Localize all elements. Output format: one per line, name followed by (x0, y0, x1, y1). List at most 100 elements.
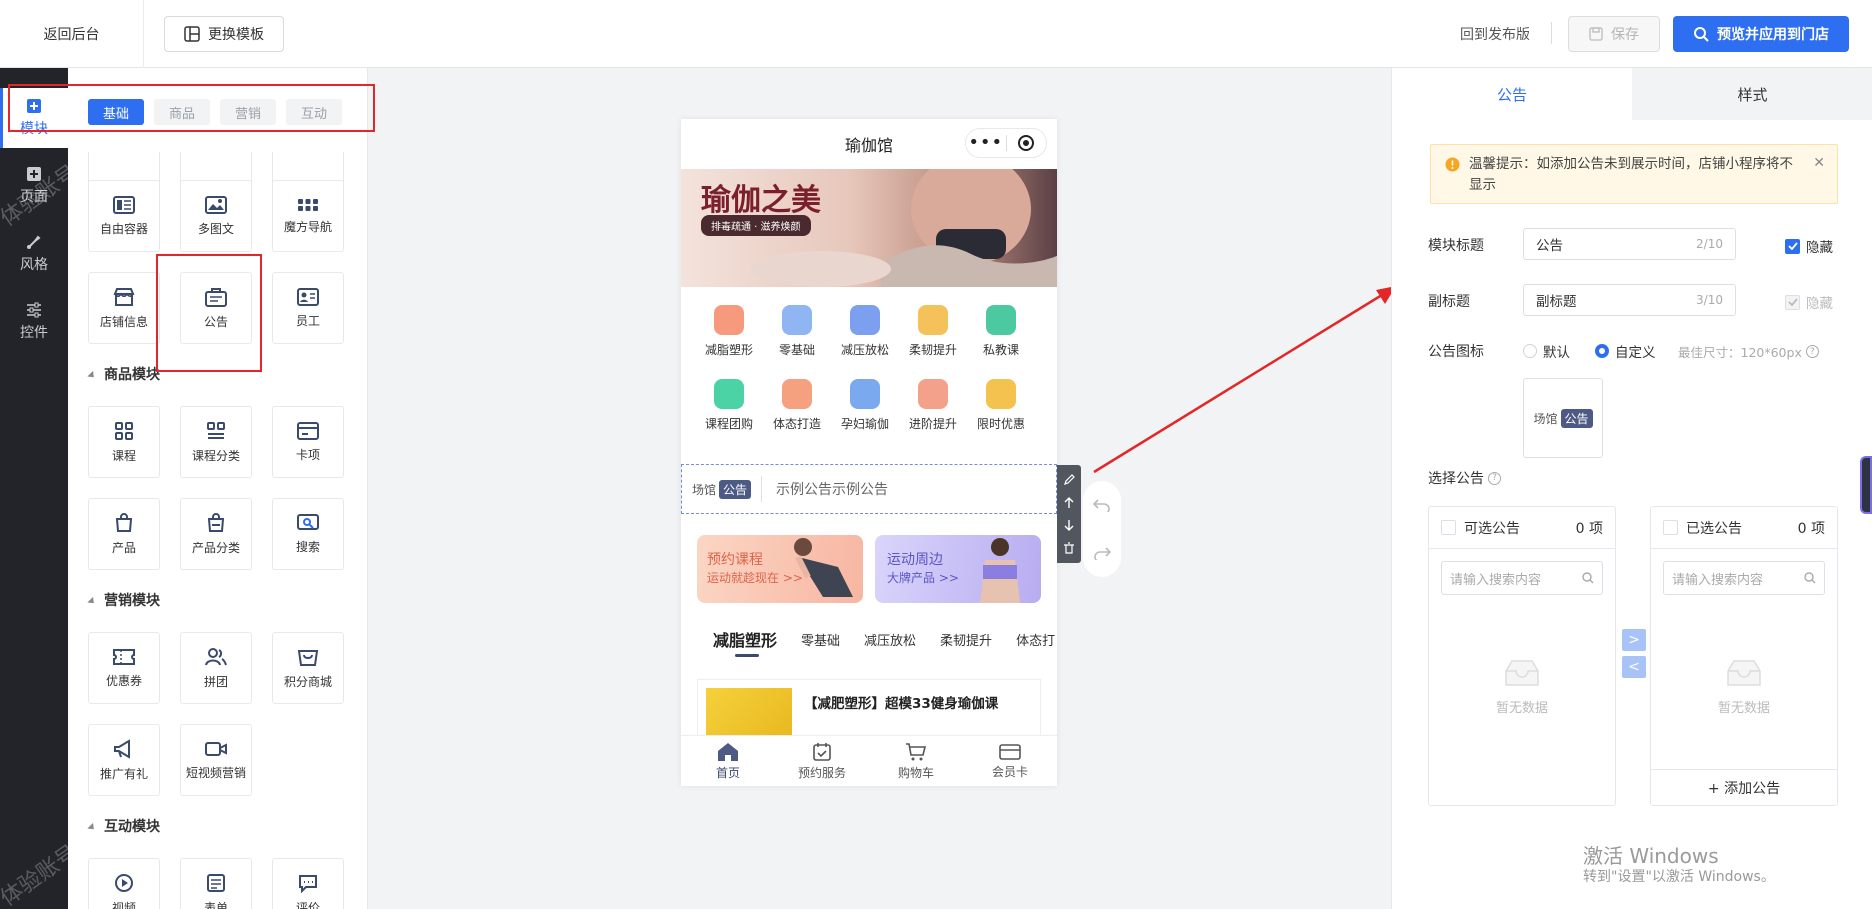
preview-apply-button[interactable]: 预览并应用到门店 (1673, 16, 1849, 52)
highlight-box-notice-tile (156, 254, 262, 372)
module-title-input[interactable]: 公告 2/10 (1523, 228, 1736, 260)
hide-subtitle-checkbox[interactable]: 隐藏 (1785, 292, 1833, 312)
tile-label: 课程 (111, 448, 136, 463)
module-tile-review[interactable]: 评价 (272, 858, 344, 909)
add-notice-button[interactable]: + 添加公告 (1651, 769, 1837, 805)
icon-upload-preview[interactable]: 场馆 公告 (1523, 378, 1603, 458)
section-goods-title[interactable]: 商品模块 (88, 364, 160, 384)
tab-style[interactable]: 样式 (1632, 68, 1872, 120)
close-icon[interactable]: ✕ (1813, 153, 1825, 174)
grid-item[interactable]: 减压放松 (829, 305, 901, 358)
radio-custom[interactable]: 自定义 (1595, 341, 1656, 361)
radio-default[interactable]: 默认 (1523, 341, 1570, 361)
module-tile-video[interactable]: 视频 (88, 858, 160, 909)
promo-book-course[interactable]: 预约课程 运动就趁现在 >> (697, 535, 863, 603)
grid-item[interactable]: 进阶提升 (897, 379, 969, 432)
grid-item[interactable]: 零基础 (761, 305, 833, 358)
select-all-checkbox[interactable] (1441, 520, 1456, 535)
banner-subtitle: 排毒疏通 · 滋养焕颜 (701, 215, 811, 236)
move-right-button[interactable]: > (1622, 629, 1646, 651)
tile-label: 积分商城 (283, 674, 332, 689)
grid-item[interactable]: 课程团购 (693, 379, 765, 432)
back-to-admin-button[interactable]: 返回后台 (0, 0, 144, 68)
module-tile-product[interactable]: 产品 (88, 498, 160, 570)
undo-icon[interactable] (1093, 498, 1111, 512)
module-tile-course-category[interactable]: 课程分类 (180, 406, 252, 478)
grid-item[interactable]: 孕妇瑜伽 (829, 379, 901, 432)
module-tile-form[interactable]: 表单 (180, 858, 252, 909)
mini-program-capsule[interactable]: ••• (965, 128, 1047, 158)
tab-posture[interactable]: 体态打 (1016, 630, 1055, 649)
module-tile-points-mall[interactable]: 积分商城 (272, 632, 344, 704)
module-tile-coupon[interactable]: 优惠券 (88, 632, 160, 704)
module-tile-staff[interactable]: 员工 (272, 272, 344, 344)
module-tile-store-info[interactable]: 店铺信息 (88, 272, 160, 344)
image-icon (205, 195, 227, 214)
tab-cart[interactable]: 购物车 (869, 736, 963, 786)
more-icon[interactable]: ••• (966, 134, 1006, 152)
back-to-published-link[interactable]: 回到发布版 (1460, 24, 1530, 44)
module-tile-search[interactable]: 搜索 (272, 498, 344, 570)
category-icon (782, 305, 812, 335)
grid-item[interactable]: 私教课 (965, 305, 1037, 358)
floating-side-widget[interactable] (1860, 456, 1872, 514)
radio-icon[interactable] (1523, 344, 1537, 358)
checkbox-checked-icon[interactable] (1785, 238, 1800, 254)
module-tile-multi-image-text[interactable]: 多图文 (180, 180, 252, 252)
module-tile-course[interactable]: 课程 (88, 406, 160, 478)
edit-icon[interactable] (1063, 474, 1075, 486)
module-tile-cube-nav[interactable]: 魔方导航 (272, 180, 344, 252)
module-tile-card[interactable]: 卡项 (272, 406, 344, 478)
grid-item-label: 减压放松 (840, 343, 889, 357)
search-input[interactable]: 请输入搜索内容 (1441, 561, 1603, 595)
sidebar-item-style[interactable]: 风格 (0, 224, 68, 284)
move-up-icon[interactable] (1063, 496, 1075, 509)
help-icon[interactable]: ? (1488, 471, 1501, 485)
subtitle-input[interactable]: 副标题 3/10 (1523, 284, 1736, 316)
sidebar-item-widgets[interactable]: 控件 (0, 292, 68, 352)
bag-icon (115, 512, 133, 532)
tab-flexibility[interactable]: 柔韧提升 (940, 630, 992, 649)
grid-item-label: 孕妇瑜伽 (840, 417, 889, 431)
change-template-button[interactable]: 更换模板 (164, 16, 284, 52)
promo-sports-gear[interactable]: 运动周边 大牌产品 >> (875, 535, 1041, 603)
section-marketing-title[interactable]: 营销模块 (88, 590, 160, 610)
tab-beginner[interactable]: 零基础 (801, 630, 840, 649)
grid-item[interactable]: 减脂塑形 (693, 305, 765, 358)
tab-fat-loss[interactable]: 减脂塑形 (713, 627, 777, 657)
category-icon (850, 305, 880, 335)
module-tile-group-buy[interactable]: 拼团 (180, 632, 252, 704)
search-input[interactable]: 请输入搜索内容 (1663, 561, 1825, 595)
module-tile-free-container[interactable]: 自由容器 (88, 180, 160, 252)
section-interaction-title[interactable]: 互动模块 (88, 816, 160, 836)
module-tile-product-category[interactable]: 产品分类 (180, 498, 252, 570)
grid-item[interactable]: 限时优惠 (965, 379, 1037, 432)
category-icon (714, 379, 744, 409)
notice-bar[interactable]: 场馆 公告 示例公告示例公告 (681, 464, 1057, 514)
delete-icon[interactable] (1063, 542, 1075, 554)
move-down-icon[interactable] (1063, 519, 1075, 532)
grid-item[interactable]: 体态打造 (761, 379, 833, 432)
module-tile-referral[interactable]: 推广有礼 (88, 724, 160, 796)
move-left-button[interactable]: < (1622, 656, 1646, 678)
help-icon[interactable]: ? (1805, 345, 1819, 358)
tab-booking[interactable]: 预约服务 (775, 736, 869, 786)
tab-notice[interactable]: 公告 (1392, 68, 1632, 120)
save-button[interactable]: 保存 (1568, 16, 1660, 52)
tab-member-card[interactable]: 会员卡 (963, 736, 1057, 786)
banner-image[interactable]: 瑜伽之美 排毒疏通 · 滋养焕颜 (681, 169, 1057, 287)
redo-icon[interactable] (1093, 546, 1111, 560)
course-title: 【减肥塑形】超模33健身瑜伽课 (804, 696, 999, 712)
list-header: 可选公告 0 项 (1429, 507, 1615, 549)
course-card[interactable]: 【减肥塑形】超模33健身瑜伽课 (697, 679, 1041, 740)
select-all-checkbox[interactable] (1663, 520, 1678, 535)
notice-text: 示例公告示例公告 (776, 482, 889, 498)
tab-relax[interactable]: 减压放松 (864, 630, 916, 649)
windows-activation-title: 激活 Windows (1583, 844, 1719, 868)
module-tile-short-video[interactable]: 短视频营销 (180, 724, 252, 796)
close-target-icon[interactable] (1006, 134, 1046, 152)
tab-home[interactable]: 首页 (681, 736, 775, 786)
hide-title-checkbox[interactable]: 隐藏 (1785, 236, 1833, 256)
grid-item[interactable]: 柔韧提升 (897, 305, 969, 358)
radio-checked-icon[interactable] (1595, 344, 1609, 358)
